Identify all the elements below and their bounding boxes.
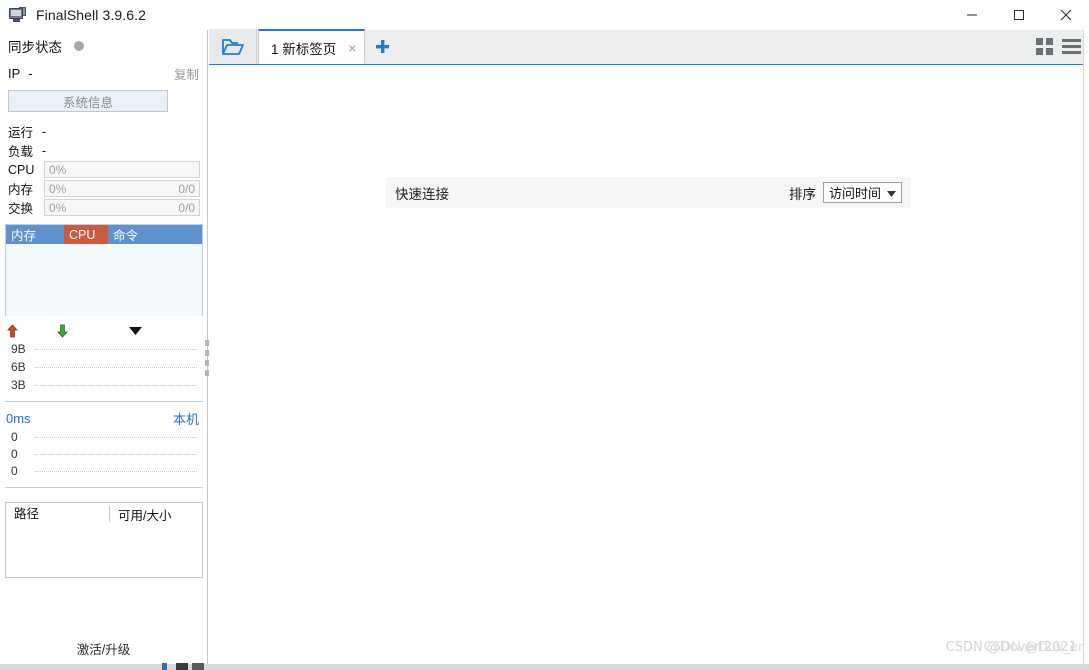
ping-graph: 0 0 0 bbox=[5, 428, 203, 488]
network-traffic-graph: 9B 6B 3B bbox=[5, 340, 211, 402]
grid-view-icon[interactable] bbox=[1036, 38, 1053, 55]
sort-dropdown[interactable]: 访问时间 bbox=[822, 182, 902, 203]
window-title: FinalShell 3.9.6.2 bbox=[36, 7, 146, 23]
add-tab-button[interactable] bbox=[365, 29, 399, 64]
stat-row-swap: 交换 0% 0/0 bbox=[4, 198, 203, 217]
watermark-text-duplicate: CSDN @Dov_ent2105 bbox=[983, 640, 1089, 655]
stat-label-memory: 内存 bbox=[8, 183, 34, 197]
window-controls bbox=[948, 0, 1089, 30]
status-dot-icon bbox=[74, 41, 84, 51]
ip-row: IP - 复制 bbox=[0, 62, 207, 84]
column-header-path[interactable]: 路径 bbox=[6, 506, 110, 522]
close-button[interactable] bbox=[1042, 0, 1089, 30]
open-folder-icon[interactable] bbox=[209, 29, 257, 64]
sort-dropdown-value: 访问时间 bbox=[828, 186, 881, 201]
sync-status-label: 同步状态 bbox=[8, 40, 62, 55]
stat-row-memory: 内存 0% 0/0 bbox=[4, 179, 203, 198]
finalshell-window: FinalShell 3.9.6.2 同步状态 IP - 复制 系统信息 运行 … bbox=[0, 0, 1089, 670]
close-icon[interactable]: × bbox=[348, 41, 356, 55]
process-table-header: 内存 CPU 命令 bbox=[6, 225, 202, 244]
memory-detail: 0/0 bbox=[178, 181, 195, 196]
net-axis-label-3: 3B bbox=[11, 378, 26, 392]
disk-table-header: 路径 可用/大小 bbox=[6, 503, 202, 525]
ping-axis-label-2: 0 bbox=[11, 447, 18, 461]
minimize-button[interactable] bbox=[948, 0, 995, 30]
ping-axis-label-1: 0 bbox=[11, 430, 18, 444]
network-menu-caret-down-icon[interactable] bbox=[129, 322, 142, 340]
ping-header: 0ms 本机 bbox=[0, 408, 207, 428]
stat-row-cpu: CPU 0% bbox=[4, 160, 203, 179]
system-stats: 运行 - 负载 - CPU 0% 内存 0% 0/0 交换 0% 0/0 bbox=[0, 122, 207, 217]
stat-row-uptime: 运行 - bbox=[4, 122, 203, 141]
ping-axis-label-3: 0 bbox=[11, 464, 18, 478]
cpu-percent: 0% bbox=[49, 162, 67, 177]
stat-value-load: - bbox=[42, 143, 47, 158]
sidebar: 同步状态 IP - 复制 系统信息 运行 - 负载 - CPU 0% 内存 0%… bbox=[0, 30, 211, 670]
ip-label: IP bbox=[8, 65, 21, 81]
maximize-button[interactable] bbox=[995, 0, 1042, 30]
tab-new-page[interactable]: 1 新标签页 × bbox=[258, 29, 366, 64]
network-toolbar bbox=[0, 322, 207, 340]
copy-ip-button[interactable]: 复制 bbox=[174, 64, 199, 83]
quick-connect-title: 快速连接 bbox=[395, 186, 449, 202]
system-info-button[interactable]: 系统信息 bbox=[8, 90, 168, 112]
activate-upgrade-link[interactable]: 激活/升级 bbox=[0, 639, 207, 658]
ip-value: - bbox=[28, 65, 33, 81]
column-header-memory[interactable]: 内存 bbox=[6, 225, 64, 244]
ping-latency: 0ms bbox=[6, 410, 31, 426]
sync-status-row: 同步状态 bbox=[0, 34, 207, 58]
tab-bar: 1 新标签页 × bbox=[209, 29, 1089, 65]
main-area: 1 新标签页 × 快速连接 排序 访问时间 CSDN @Dovert2021 C… bbox=[209, 29, 1089, 670]
list-view-icon[interactable] bbox=[1062, 39, 1081, 54]
stat-label-uptime: 运行 bbox=[8, 126, 34, 140]
cpu-usage-bar: 0% bbox=[44, 161, 200, 178]
swap-usage-bar: 0% 0/0 bbox=[44, 199, 200, 216]
window-right-edge bbox=[1083, 30, 1089, 670]
swap-detail: 0/0 bbox=[178, 200, 195, 215]
net-axis-label-1: 9B bbox=[11, 342, 26, 356]
process-table-body bbox=[6, 244, 202, 316]
disk-table: 路径 可用/大小 bbox=[5, 502, 203, 578]
column-header-cpu[interactable]: CPU bbox=[64, 225, 108, 244]
taskbar-peek bbox=[162, 662, 208, 670]
stat-label-load: 负载 bbox=[8, 145, 34, 159]
swap-percent: 0% bbox=[49, 200, 67, 215]
view-mode-toggles bbox=[1036, 38, 1081, 55]
stat-row-load: 负载 - bbox=[4, 141, 203, 160]
memory-percent: 0% bbox=[49, 181, 67, 196]
quick-connect-bar: 快速连接 排序 访问时间 bbox=[386, 177, 911, 208]
title-bar: FinalShell 3.9.6.2 bbox=[0, 0, 1089, 30]
stat-label-swap: 交换 bbox=[8, 202, 34, 216]
chevron-down-icon bbox=[887, 185, 896, 200]
column-header-available-size[interactable]: 可用/大小 bbox=[110, 505, 171, 524]
tab-content: 快速连接 排序 访问时间 CSDN @Dovert2021 CSDN @Dov_… bbox=[209, 65, 1089, 669]
arrow-up-icon bbox=[6, 324, 19, 338]
net-axis-label-2: 6B bbox=[11, 360, 26, 374]
process-table: 内存 CPU 命令 bbox=[5, 224, 203, 316]
sort-label: 排序 bbox=[788, 186, 816, 202]
column-header-command[interactable]: 命令 bbox=[108, 225, 143, 244]
watermark: CSDN @Dovert2021 CSDN @Dov_ent2105 bbox=[946, 640, 1089, 655]
arrow-down-icon bbox=[56, 324, 69, 338]
stat-value-uptime: - bbox=[42, 124, 47, 139]
memory-usage-bar: 0% 0/0 bbox=[44, 180, 200, 197]
ping-host-label[interactable]: 本机 bbox=[173, 409, 199, 428]
tab-label: 1 新标签页 bbox=[271, 41, 337, 57]
monitor-icon bbox=[9, 7, 27, 23]
stat-label-cpu: CPU bbox=[8, 162, 35, 177]
